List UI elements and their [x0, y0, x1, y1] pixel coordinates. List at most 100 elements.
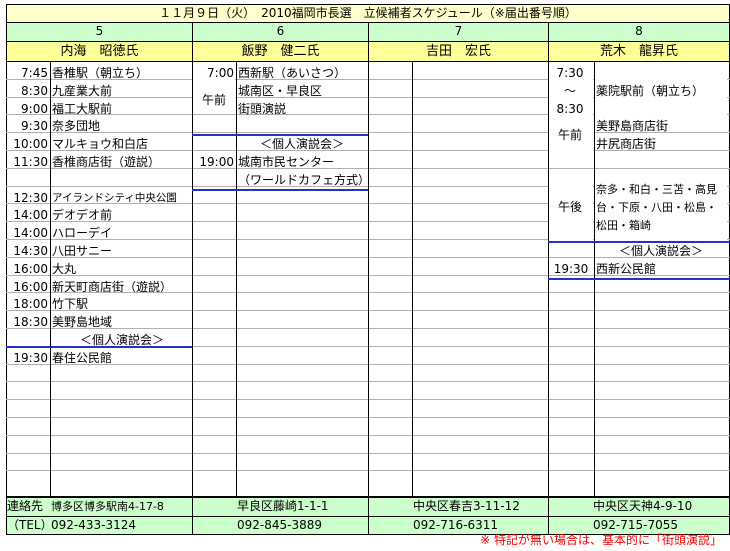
- col8-meeting-label: ＜個人演説会＞: [618, 244, 703, 258]
- col8-period-pm: 午後: [557, 200, 582, 214]
- contact-label: 連絡先: [7, 499, 44, 513]
- column-number-5: 5: [7, 23, 193, 41]
- address-5: 博多区博多駅南4-17-8: [51, 498, 193, 516]
- grid-row-line: [368, 257, 548, 258]
- section-separator: [548, 278, 730, 280]
- phone-5: 092-433-3124: [51, 517, 193, 534]
- grid-row-line: [548, 381, 730, 382]
- grid-row-line: [6, 97, 192, 98]
- grid-column-line: [236, 61, 237, 497]
- schedule-grid: 7:45 香椎駅（朝立ち） 8:30 九産業大前 9:00 福工大駅前 9:30 奈多団地 10…: [6, 61, 730, 497]
- grid-row-line: [548, 435, 730, 436]
- grid-row-line: [548, 346, 730, 347]
- grid-row-line: [6, 275, 192, 276]
- grid-row-line: [6, 364, 192, 365]
- col8-time-start: 7:30: [556, 66, 584, 80]
- grid-row-line: [192, 417, 368, 418]
- col8-event-2: 西新公民館: [596, 262, 657, 276]
- col8-pm-line-1: 奈多・和白・三苫・高見: [596, 183, 717, 196]
- col6-time-2: 19:00: [199, 155, 234, 169]
- grid-row-line: [6, 203, 192, 204]
- grid-row-line: [368, 364, 548, 365]
- col6-event-5: （ワールドカフェ方式）: [238, 173, 368, 187]
- grid-row-line: [6, 132, 192, 133]
- col8-time-2: 19:30: [553, 262, 589, 276]
- grid-row-line: [368, 203, 548, 204]
- grid-column-line: [50, 61, 51, 497]
- footer-address-row: 連絡先 博多区博多駅南4-17-8 早良区藤崎1-1-1 中央区春吉3-11-1…: [6, 497, 730, 516]
- grid-row-line: [192, 203, 368, 204]
- grid-row-line: [192, 257, 368, 258]
- grid-row-line: [192, 453, 368, 454]
- grid-row-line: [6, 168, 192, 169]
- grid-row-line: [192, 221, 368, 222]
- grid-row-line: [6, 399, 192, 400]
- grid-row-line: [548, 470, 730, 471]
- grid-row-line: [6, 435, 192, 436]
- grid-column-line: [368, 61, 369, 497]
- grid-row-line: [368, 346, 548, 347]
- col6-meeting-label: ＜個人演説会＞: [259, 137, 344, 151]
- grid-row-line: [368, 150, 548, 151]
- grid-row-line: [6, 453, 192, 454]
- grid-row-line: [368, 275, 548, 276]
- col6-time-1: 7:00: [207, 66, 234, 80]
- col6-event-2: 城南区・早良区: [238, 84, 323, 98]
- tel-label: （TEL）: [7, 518, 51, 532]
- grid-row-line: [368, 470, 548, 471]
- grid-row-line: [192, 292, 368, 293]
- grid-row-line: [368, 114, 548, 115]
- grid-row-line: [368, 310, 548, 311]
- grid-row-line: [368, 435, 548, 436]
- col6-event-3: 街頭演説: [238, 102, 287, 116]
- section-separator: [192, 189, 368, 191]
- candidate-name-8: 荒木 龍昇氏: [549, 42, 729, 61]
- phone-7: 092-716-6311: [369, 517, 549, 534]
- grid-row-line: [548, 168, 730, 169]
- grid-column-line: [412, 61, 413, 497]
- grid-row-line: [6, 239, 192, 240]
- grid-row-line: [368, 79, 548, 80]
- candidate-name-row: 内海 昭徳氏 飯野 健二氏 吉田 宏氏 荒木 龍昇氏: [6, 42, 730, 62]
- grid-row-line: [192, 275, 368, 276]
- grid-row-line: [192, 239, 368, 240]
- grid-row-line: [192, 435, 368, 436]
- col8-time-end: 8:30: [556, 102, 584, 116]
- col8-event-1: 薬院駅前（朝立ち）: [596, 84, 705, 98]
- grid-row-line: [548, 310, 730, 311]
- grid-row-line: [368, 221, 548, 222]
- grid-row-line: [6, 114, 192, 115]
- grid-row-line: [368, 417, 548, 418]
- grid-row-line: [192, 132, 368, 133]
- grid-row-line: [6, 310, 192, 311]
- candidate-name-6: 飯野 健二氏: [193, 42, 369, 61]
- grid-row-line: [368, 186, 548, 187]
- grid-row-line: [6, 292, 192, 293]
- col8-tilde: ～: [563, 84, 576, 98]
- phone-6: 092-845-3889: [193, 517, 369, 534]
- grid-row-line: [6, 221, 192, 222]
- grid-row-line: [6, 381, 192, 382]
- grid-row-line: [368, 381, 548, 382]
- page-title-text: １１月９日（火） 2010福岡市長選 立候補者スケジュール（※届出番号順）: [159, 6, 577, 20]
- grid-row-line: [6, 417, 192, 418]
- grid-row-line: [6, 257, 192, 258]
- page-title: １１月９日（火） 2010福岡市長選 立候補者スケジュール（※届出番号順）: [6, 4, 730, 23]
- grid-row-line: [192, 346, 368, 347]
- col8-pm-line-3: 松田・箱崎: [596, 219, 651, 232]
- grid-row-line: [548, 453, 730, 454]
- col8-am-event-1: 美野島商店街: [596, 119, 669, 133]
- grid-column-line: [192, 61, 193, 497]
- grid-row-line: [368, 97, 548, 98]
- grid-row-line: [548, 328, 730, 329]
- grid-row-line: [368, 168, 548, 169]
- grid-row-line: [192, 381, 368, 382]
- col8-am-event-2: 井尻商店街: [596, 137, 657, 151]
- grid-row-line: [192, 399, 368, 400]
- grid-row-line: [6, 186, 192, 187]
- grid-row-line: [6, 470, 192, 471]
- col6-event-4: 城南市民センター: [238, 155, 335, 169]
- grid-row-line: [368, 328, 548, 329]
- grid-row-line: [368, 292, 548, 293]
- column-number-7: 7: [369, 23, 549, 41]
